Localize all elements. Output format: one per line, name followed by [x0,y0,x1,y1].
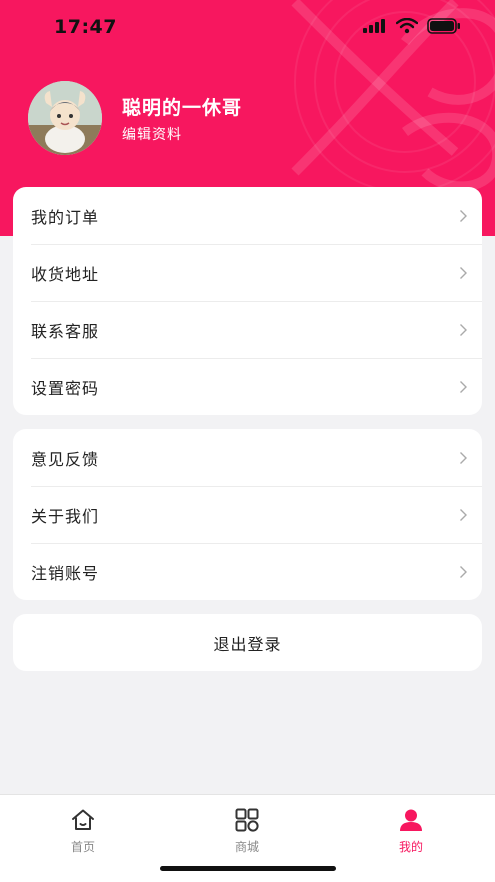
tab-mall[interactable]: 商城 [202,807,292,855]
menu-item-about-us[interactable]: 关于我们 [13,486,482,543]
home-icon [72,809,94,830]
logout-label: 退出登录 [213,634,282,654]
home-indicator [160,866,336,871]
menu-item-customer-service[interactable]: 联系客服 [13,301,482,358]
chevron-right-icon [460,209,467,222]
menu-item-feedback[interactable]: 意见反馈 [13,429,482,486]
tab-mine[interactable]: 我的 [366,807,456,855]
menu-item-label: 收货地址 [31,264,100,284]
user-icon [400,809,422,831]
menu-item-label: 意见反馈 [31,449,100,469]
status-bar: 17:47 [0,0,495,56]
chevron-right-icon [460,266,467,279]
battery-icon [427,18,460,34]
menu-item-label: 联系客服 [31,321,100,341]
menu-item-delete-account[interactable]: 注销账号 [13,543,482,600]
tab-label: 商城 [234,840,259,854]
menu-item-label: 设置密码 [31,378,100,398]
tab-label: 首页 [70,840,95,854]
avatar-image [28,81,102,155]
status-time: 17:47 [54,16,117,38]
chevron-right-icon [460,451,467,464]
menu-item-label: 关于我们 [31,506,100,526]
menu-item-address[interactable]: 收货地址 [13,244,482,301]
logout-button[interactable]: 退出登录 [13,614,482,671]
status-icons [363,18,461,34]
wifi-icon [396,18,418,34]
menu-item-orders[interactable]: 我的订单 [13,187,482,244]
chevron-right-icon [460,380,467,393]
menu-item-label: 注销账号 [31,563,100,583]
menu-group-account: 我的订单 收货地址 联系客服 设置密码 [13,187,482,415]
menu-group-other: 意见反馈 关于我们 注销账号 [13,429,482,600]
tab-home[interactable]: 首页 [38,807,128,855]
menu-item-set-password[interactable]: 设置密码 [13,358,482,415]
edit-profile-link[interactable]: 编辑资料 [122,124,182,144]
avatar[interactable] [28,81,102,155]
chevron-right-icon [460,508,467,521]
cellular-signal-icon [363,19,385,33]
chevron-right-icon [460,565,467,578]
user-name: 聪明的一休哥 [122,97,243,119]
tab-label: 我的 [398,840,423,854]
grid-icon [235,808,259,832]
chevron-right-icon [460,323,467,336]
menu-item-label: 我的订单 [31,207,100,227]
